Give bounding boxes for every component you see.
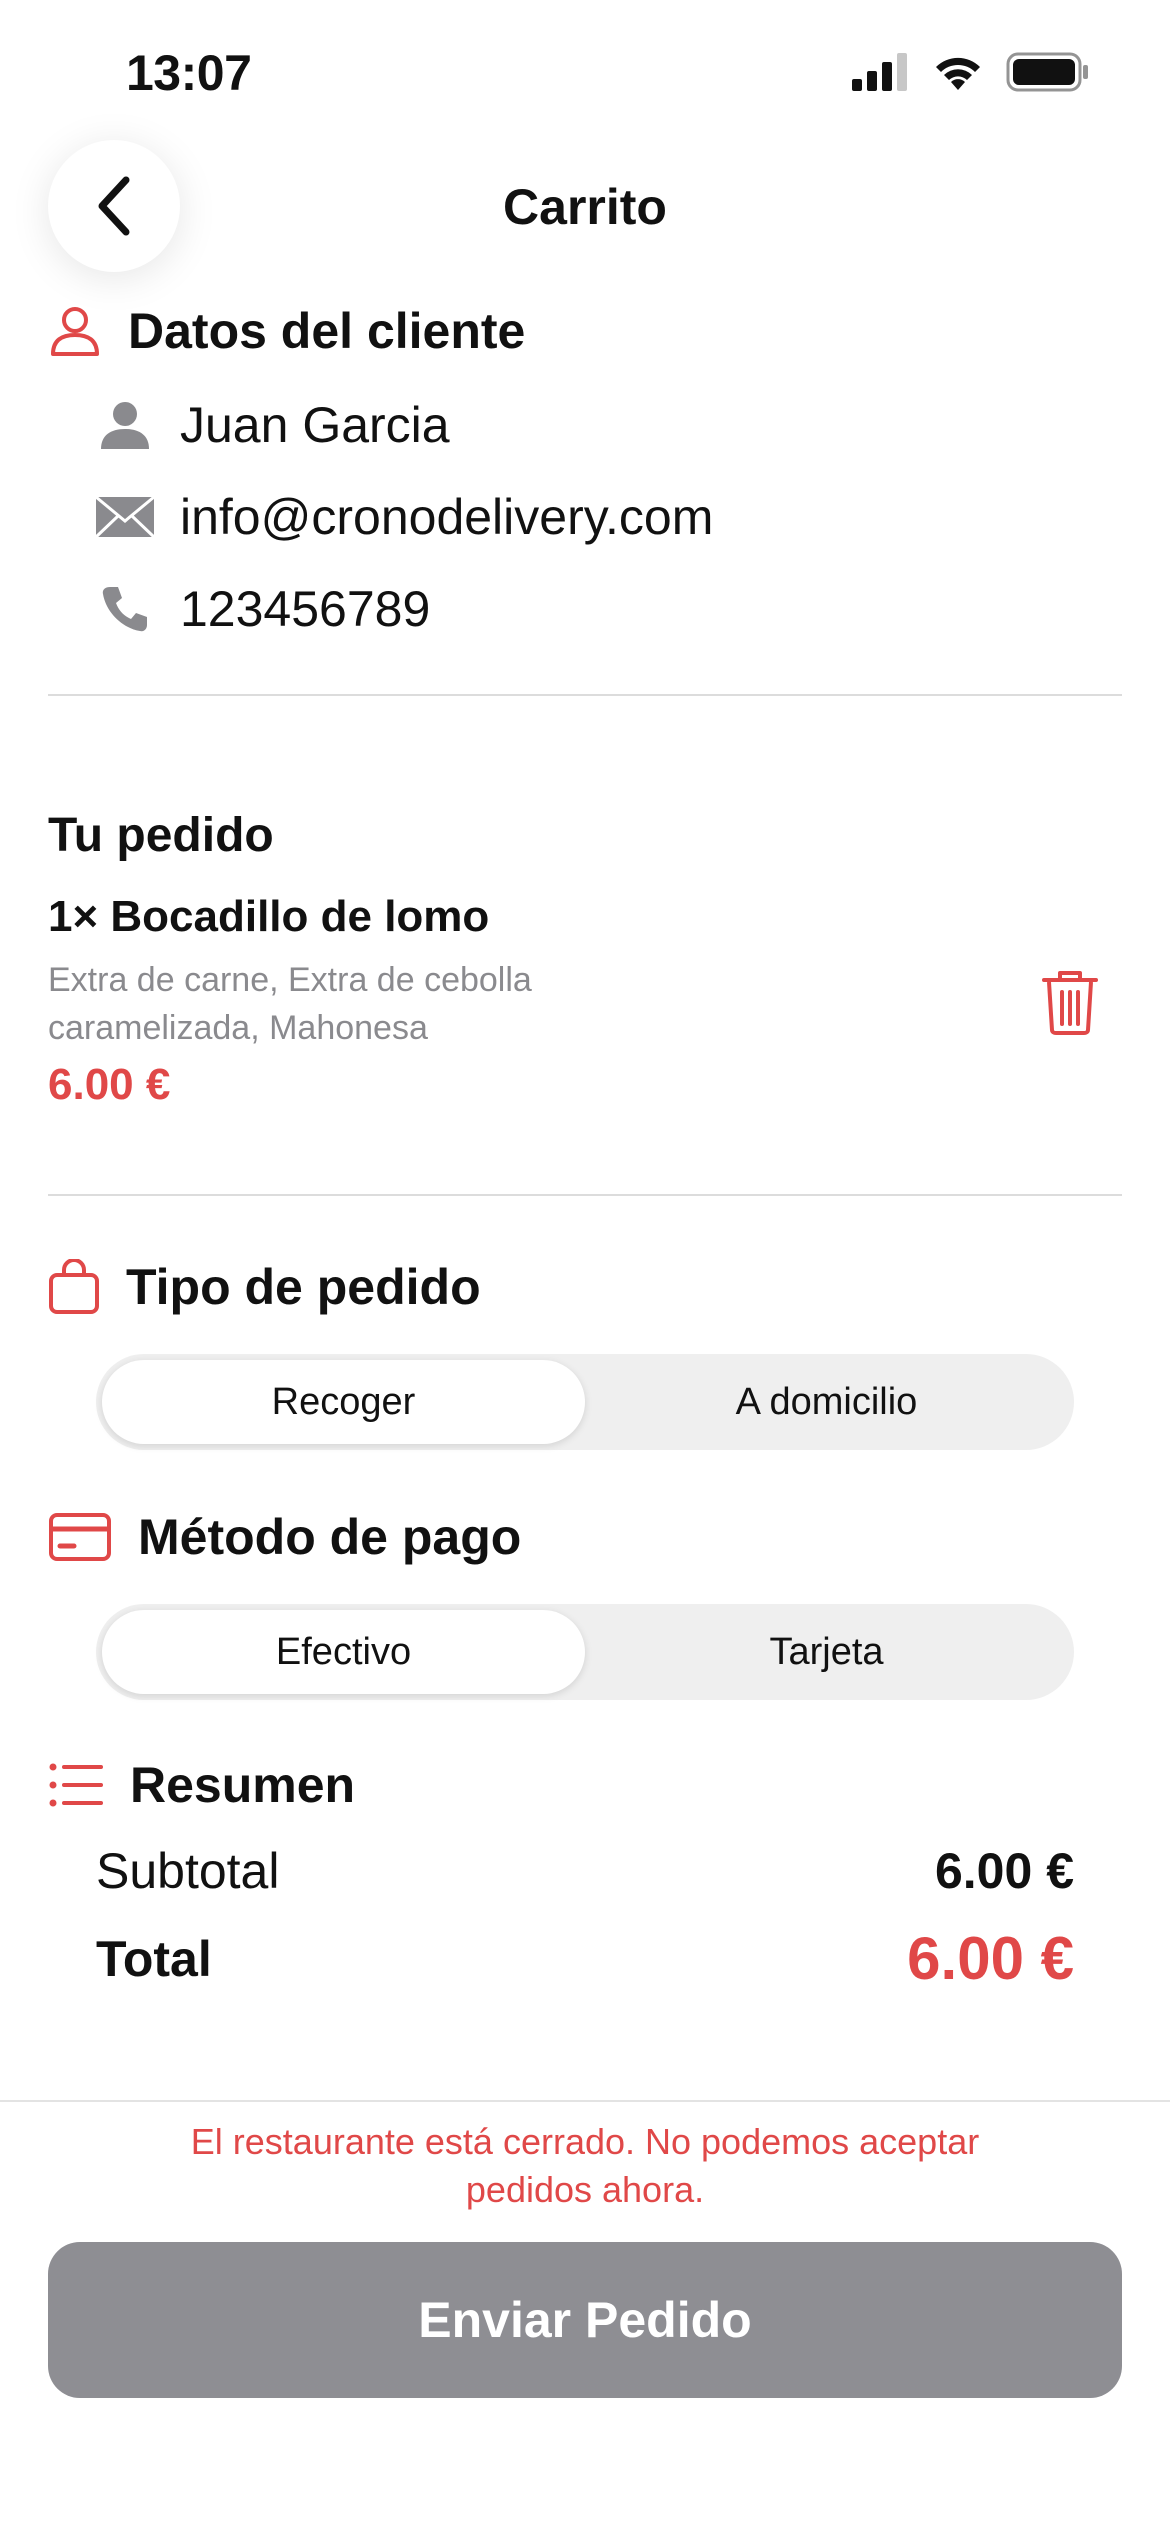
envelope-icon [92, 484, 158, 550]
total-row: Total 6.00 € [96, 1924, 1074, 1993]
order-type-header: Tipo de pedido [48, 1258, 481, 1316]
customer-heading: Datos del cliente [128, 303, 526, 359]
footer-divider [0, 2100, 1170, 2102]
restaurant-closed-message: El restaurante está cerrado. No podemos … [120, 2118, 1050, 2214]
closed-message-line: El restaurante está cerrado. No podemos … [190, 2121, 980, 2162]
order-type-heading: Tipo de pedido [126, 1259, 481, 1315]
shopping-bag-icon [49, 1259, 99, 1314]
trash-icon [1042, 971, 1098, 1035]
submit-order-button[interactable]: Enviar Pedido [48, 2242, 1122, 2398]
subtotal-value: 6.00 € [934, 1843, 1074, 1899]
customer-email-row: info@cronodelivery.com [92, 484, 713, 550]
subtotal-row: Subtotal 6.00 € [96, 1842, 1074, 1900]
person-icon [92, 392, 158, 458]
order-type-selector: Recoger A domicilio [96, 1354, 1074, 1450]
order-type-option-pickup[interactable]: Recoger [102, 1360, 585, 1444]
order-type-option-delivery[interactable]: A domicilio [585, 1360, 1068, 1444]
payment-option-cash[interactable]: Efectivo [102, 1610, 585, 1694]
customer-name-row: Juan Garcia [92, 392, 450, 458]
closed-message-line: pedidos ahora. [465, 2169, 705, 2210]
summary-header: Resumen [48, 1756, 355, 1814]
item-extras-line: caramelizada, Mahonesa [48, 1009, 428, 1047]
wifi-icon [936, 57, 980, 90]
item-extras-line: Extra de carne, Extra de cebolla [48, 961, 532, 999]
subtotal-label: Subtotal [96, 1843, 280, 1899]
person-outline-icon [51, 307, 99, 356]
payment-method-selector: Efectivo Tarjeta [96, 1604, 1074, 1700]
divider [48, 694, 1122, 696]
customer-section-header: Datos del cliente [48, 302, 525, 360]
payment-option-card[interactable]: Tarjeta [585, 1610, 1068, 1694]
summary-heading: Resumen [130, 1757, 356, 1813]
status-bar: 13:07 [0, 0, 1170, 150]
total-value: 6.00 € [907, 1925, 1074, 1992]
customer-phone: 123456789 [180, 581, 431, 637]
order-heading: Tu pedido [48, 809, 274, 862]
page-title: Carrito [503, 179, 667, 235]
item-extras: Extra de carne, Extra de cebolla caramel… [48, 956, 668, 1052]
phone-icon [92, 576, 158, 642]
signal-icon [852, 53, 907, 91]
customer-phone-row: 123456789 [92, 576, 430, 642]
customer-name: Juan Garcia [180, 397, 450, 453]
status-icons [852, 52, 1090, 92]
delete-item-button[interactable] [1040, 970, 1100, 1036]
divider [48, 1194, 1122, 1196]
payment-header: Método de pago [48, 1508, 521, 1566]
credit-card-icon [49, 1513, 111, 1561]
item-name: 1× Bocadillo de lomo [48, 892, 490, 941]
total-label: Total [96, 1930, 212, 1987]
battery-icon [1006, 52, 1088, 92]
customer-email: info@cronodelivery.com [180, 489, 714, 545]
status-time: 13:07 [126, 45, 252, 101]
item-price: 6.00 € [48, 1060, 171, 1109]
list-icon [49, 1763, 103, 1807]
payment-heading: Método de pago [138, 1509, 522, 1565]
